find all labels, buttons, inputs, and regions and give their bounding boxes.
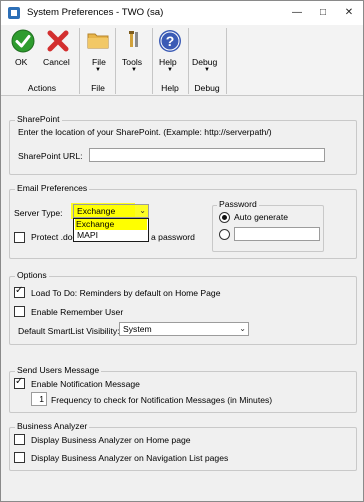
file-menu-button[interactable]: File ▼ bbox=[86, 29, 110, 73]
help-menu-button[interactable]: ? Help ▼ bbox=[157, 29, 183, 73]
send-users-message-legend: Send Users Message bbox=[15, 365, 102, 375]
sharepoint-legend: SharePoint bbox=[15, 114, 62, 124]
enable-notification-checkbox[interactable] bbox=[14, 376, 25, 389]
tools-label: Tools bbox=[122, 57, 143, 67]
load-todo-checkbox[interactable] bbox=[14, 285, 25, 298]
options-legend: Options bbox=[15, 270, 49, 280]
chevron-down-icon: ⌄ bbox=[139, 206, 146, 215]
debug-label: Debug bbox=[192, 57, 218, 67]
ok-check-icon bbox=[9, 29, 37, 55]
cancel-x-icon bbox=[43, 29, 73, 55]
close-button[interactable]: ✕ bbox=[336, 1, 362, 25]
ok-label: OK bbox=[15, 57, 28, 67]
smartlist-visibility-select[interactable]: System ⌄ bbox=[119, 322, 249, 336]
notification-frequency-label: Frequency to check for Notification Mess… bbox=[51, 395, 273, 405]
chevron-down-icon: ▼ bbox=[95, 67, 101, 73]
business-analyzer-group bbox=[9, 427, 357, 471]
svg-text:?: ? bbox=[166, 33, 175, 49]
auto-generate-radio[interactable] bbox=[219, 212, 230, 223]
protect-documents-checkbox[interactable] bbox=[14, 232, 25, 243]
tools-menu-button[interactable]: Tools ▼ bbox=[121, 29, 147, 73]
password-input[interactable] bbox=[234, 227, 320, 241]
ribbon-separator bbox=[115, 28, 116, 94]
ba-home-page-label: Display Business Analyzer on Home page bbox=[31, 435, 191, 445]
enable-notification-label: Enable Notification Message bbox=[31, 379, 140, 389]
notification-frequency-input[interactable]: 1 bbox=[31, 392, 47, 406]
chevron-down-icon: ▼ bbox=[167, 67, 173, 73]
server-type-value: Exchange bbox=[77, 206, 116, 216]
smartlist-visibility-value: System bbox=[123, 324, 152, 334]
protect-documents-label-right: a password bbox=[151, 232, 195, 242]
folder-icon bbox=[86, 29, 110, 53]
ba-navigation-list-checkbox[interactable] bbox=[14, 452, 25, 463]
help-icon: ? bbox=[157, 29, 183, 55]
auto-generate-label: Auto generate bbox=[234, 212, 288, 222]
sharepoint-instruction: Enter the location of your SharePoint. (… bbox=[18, 127, 272, 137]
server-type-option-mapi[interactable]: MAPI bbox=[76, 230, 99, 241]
server-type-option-exchange[interactable]: Exchange bbox=[75, 219, 147, 230]
ribbon-separator bbox=[226, 28, 227, 94]
ribbon-separator bbox=[188, 28, 189, 94]
server-type-dropdown-list: Exchange MAPI bbox=[73, 218, 149, 242]
file-label: File bbox=[92, 57, 106, 67]
system-preferences-window: System Preferences - TWO (sa) — □ ✕ OK C… bbox=[0, 0, 364, 502]
maximize-button[interactable]: □ bbox=[310, 1, 336, 25]
chevron-down-icon: ▼ bbox=[204, 67, 210, 73]
sharepoint-url-label: SharePoint URL: bbox=[18, 151, 83, 161]
protect-documents-label-left: Protect .doc bbox=[31, 232, 77, 242]
server-type-select[interactable]: Exchange ⌄ bbox=[73, 204, 149, 218]
ribbon-separator bbox=[152, 28, 153, 94]
minimize-button[interactable]: — bbox=[284, 1, 310, 25]
server-type-label: Server Type: bbox=[14, 208, 63, 218]
cancel-button[interactable]: Cancel bbox=[43, 29, 73, 67]
custom-password-radio[interactable] bbox=[219, 229, 230, 240]
ba-home-page-checkbox[interactable] bbox=[14, 434, 25, 445]
group-label-actions: Actions bbox=[27, 83, 57, 93]
ribbon-separator bbox=[79, 28, 80, 94]
send-users-message-group bbox=[9, 371, 357, 413]
chevron-down-icon: ⌄ bbox=[239, 324, 246, 333]
chevron-down-icon: ▼ bbox=[131, 67, 137, 73]
business-analyzer-legend: Business Analyzer bbox=[15, 421, 90, 431]
remember-user-checkbox[interactable] bbox=[14, 306, 25, 317]
debug-icon bbox=[192, 29, 222, 53]
window-title: System Preferences - TWO (sa) bbox=[27, 7, 164, 18]
tools-icon bbox=[121, 29, 147, 53]
password-legend: Password bbox=[217, 199, 259, 209]
cancel-label: Cancel bbox=[43, 57, 70, 67]
ba-navigation-list-label: Display Business Analyzer on Navigation … bbox=[31, 453, 229, 463]
email-preferences-legend: Email Preferences bbox=[15, 183, 90, 193]
group-label-file: File bbox=[91, 83, 105, 93]
ok-button[interactable]: OK bbox=[9, 29, 37, 67]
group-label-debug: Debug bbox=[194, 83, 220, 93]
group-label-help: Help bbox=[161, 83, 179, 93]
help-label: Help bbox=[159, 57, 177, 67]
debug-menu-button[interactable]: Debug ▼ bbox=[192, 29, 222, 73]
load-todo-label: Load To Do: Reminders by default on Home… bbox=[31, 288, 221, 298]
app-icon bbox=[7, 6, 21, 20]
sharepoint-url-input[interactable] bbox=[89, 148, 325, 162]
remember-user-label: Enable Remember User bbox=[31, 307, 124, 317]
title-bar: System Preferences - TWO (sa) — □ ✕ bbox=[1, 1, 363, 25]
smartlist-visibility-label: Default SmartList Visibility: bbox=[18, 326, 120, 336]
